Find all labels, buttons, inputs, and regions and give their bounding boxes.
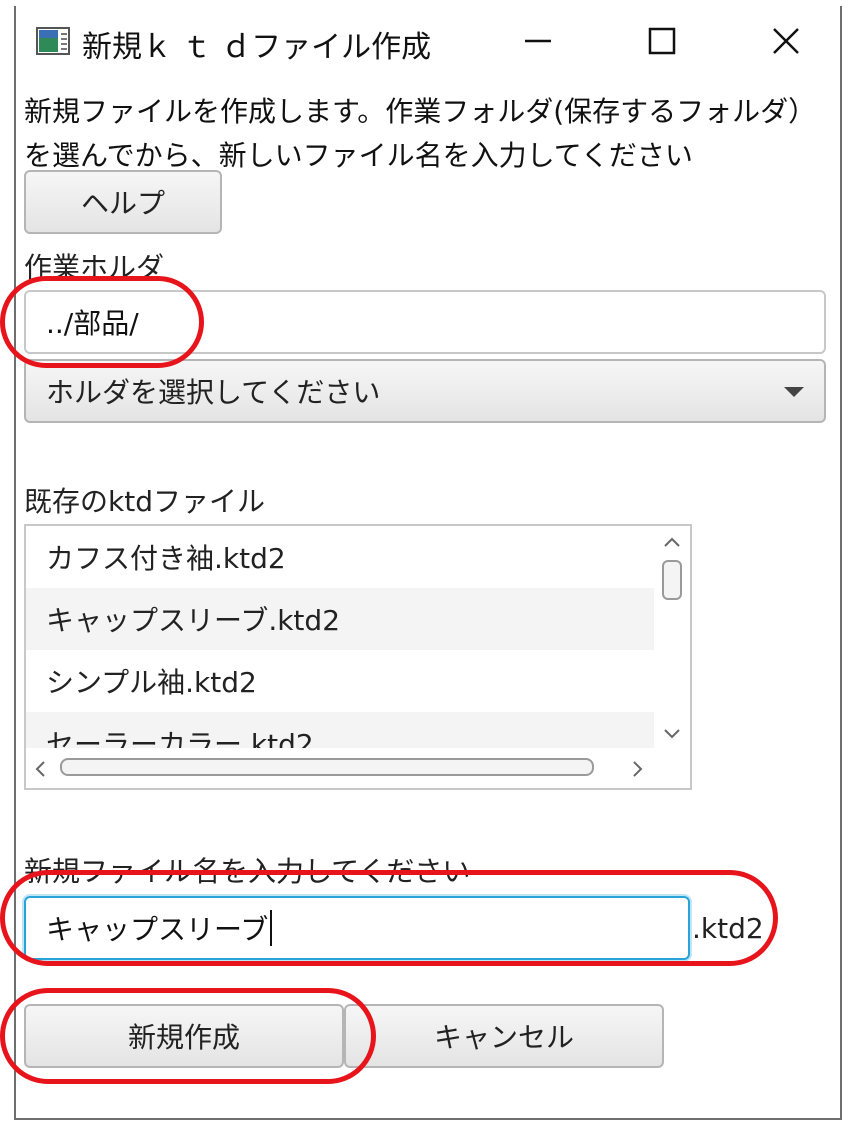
horizontal-scroll-thumb[interactable] bbox=[60, 758, 594, 776]
description-text: 新規ファイルを作成します。作業フォルダ(保存するフォルダ）を選んでから、新しいフ… bbox=[24, 95, 817, 172]
existing-files-label: 既存のktdファイル bbox=[24, 485, 265, 518]
scroll-right-icon[interactable] bbox=[630, 760, 646, 778]
new-filename-label: 新規ファイル名を入力してください bbox=[24, 855, 471, 888]
list-item[interactable]: カフス付き袖.ktd2 bbox=[26, 526, 654, 588]
scroll-up-icon[interactable] bbox=[662, 534, 682, 550]
folder-select-combo[interactable]: ホルダを選択してください bbox=[24, 359, 826, 423]
folder-path-value: ../部品/ bbox=[46, 307, 139, 340]
horizontal-scrollbar[interactable] bbox=[26, 748, 654, 788]
chevron-down-icon bbox=[784, 387, 804, 397]
vertical-scrollbar[interactable] bbox=[654, 526, 690, 748]
title-bar[interactable]: 新規ｋ ｔ ｄファイル作成 bbox=[16, 6, 840, 76]
create-button[interactable]: 新規作成 bbox=[24, 1004, 344, 1068]
window-title: 新規ｋ ｔ ｄファイル作成 bbox=[82, 30, 432, 65]
folder-select-placeholder: ホルダを選択してください bbox=[46, 376, 381, 409]
cancel-button[interactable]: キャンセル bbox=[344, 1004, 664, 1068]
minimize-button[interactable] bbox=[506, 14, 570, 68]
vertical-scroll-thumb[interactable] bbox=[662, 560, 682, 600]
list-item[interactable]: セーラーカラー.ktd2 bbox=[26, 712, 654, 748]
new-filename-value: キャップスリーブ bbox=[46, 913, 269, 946]
close-icon bbox=[773, 28, 799, 54]
scroll-corner bbox=[654, 748, 690, 788]
extension-label: .ktd2 bbox=[692, 912, 764, 945]
new-filename-input[interactable]: キャップスリーブ bbox=[24, 896, 690, 960]
folder-label: 作業ホルダ bbox=[24, 251, 165, 284]
app-icon bbox=[36, 27, 70, 55]
maximize-icon bbox=[648, 27, 676, 55]
scroll-down-icon[interactable] bbox=[662, 726, 682, 742]
minimize-icon bbox=[525, 39, 551, 43]
close-button[interactable] bbox=[754, 14, 818, 68]
list-viewport: カフス付き袖.ktd2 キャップスリーブ.ktd2 シンプル袖.ktd2 セーラ… bbox=[26, 526, 654, 748]
existing-files-list[interactable]: カフス付き袖.ktd2 キャップスリーブ.ktd2 シンプル袖.ktd2 セーラ… bbox=[24, 524, 692, 790]
folder-path-field[interactable]: ../部品/ bbox=[24, 290, 826, 354]
dialog-window: 新規ｋ ｔ ｄファイル作成 新規ファイルを作成します。作業フォルダ(保存するフォ… bbox=[14, 6, 842, 1120]
help-button[interactable]: ヘルプ bbox=[24, 170, 222, 234]
list-item[interactable]: キャップスリーブ.ktd2 bbox=[26, 588, 654, 650]
text-caret bbox=[270, 910, 273, 946]
scroll-left-icon[interactable] bbox=[32, 760, 48, 778]
maximize-button[interactable] bbox=[630, 14, 694, 68]
list-item[interactable]: シンプル袖.ktd2 bbox=[26, 650, 654, 712]
